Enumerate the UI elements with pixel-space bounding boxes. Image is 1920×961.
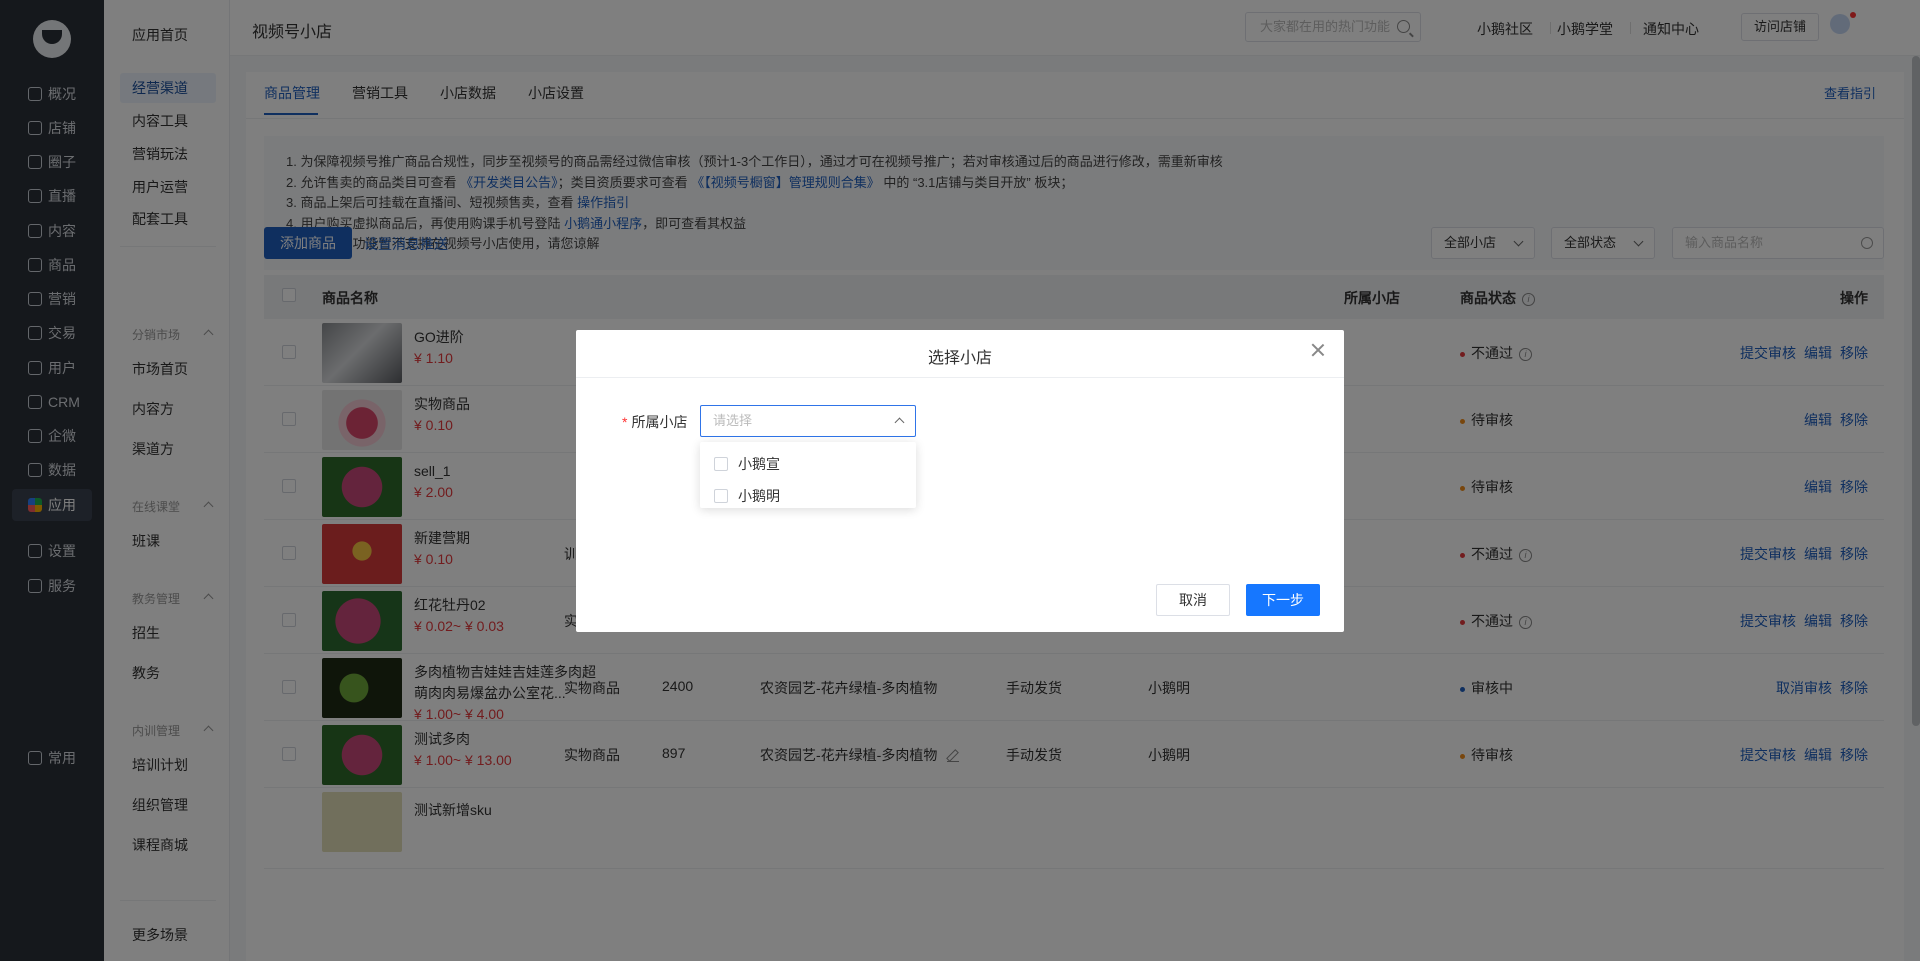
option-checkbox[interactable] (714, 457, 728, 471)
shop-option[interactable]: 小鹅宣 (700, 448, 916, 480)
required-marker: * (622, 414, 628, 430)
app-root: 概况 店铺 圈子 直播 内容 商品 营销 交易 用户 CRM 企微 数据 应用 … (0, 0, 1920, 961)
divider (576, 377, 1344, 378)
shop-field-label: * 所属小店 (622, 414, 688, 430)
select-shop-dialog: 选择小店 * 所属小店 请选择 小鹅宣 小鹅明 取消 下一步 (576, 330, 1344, 632)
shop-option[interactable]: 小鹅明 (700, 480, 916, 512)
close-icon[interactable] (1310, 342, 1326, 358)
shop-dropdown: 小鹅宣 小鹅明 (700, 442, 916, 508)
shop-select-input[interactable]: 请选择 (700, 405, 916, 437)
dialog-title: 选择小店 (927, 350, 992, 367)
next-button[interactable]: 下一步 (1246, 584, 1320, 616)
cancel-button[interactable]: 取消 (1156, 584, 1230, 616)
option-checkbox[interactable] (714, 489, 728, 503)
